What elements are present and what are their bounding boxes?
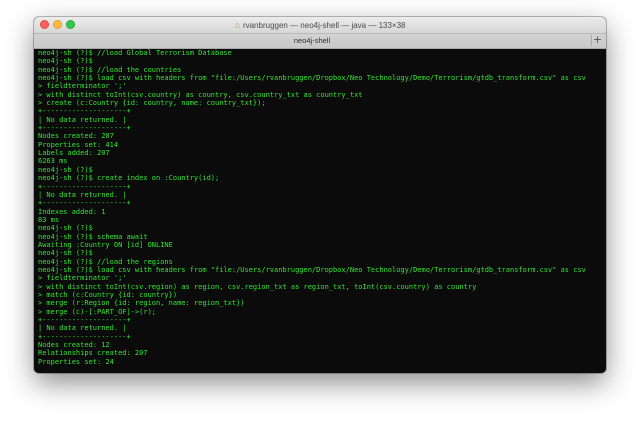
terminal-line: +--------------------+ <box>38 316 131 324</box>
terminal-line: neo4j-sh (?)$ create index on :Country(i… <box>38 174 220 183</box>
terminal-line: Properties set: 414 <box>38 140 119 149</box>
tab-neo4j-shell[interactable]: neo4j-shell <box>34 34 590 48</box>
terminal-line: | No data returned. | <box>38 115 127 124</box>
terminal-line: 6263 ms <box>38 157 68 166</box>
terminal-line: neo4j-sh (?)$ <box>38 224 93 233</box>
terminal-line: > with distinct toInt(csv.country) as co… <box>38 90 363 99</box>
terminal-window: ⌂ rvanbruggen — neo4j-shell — java — 133×… <box>34 17 606 373</box>
terminal-line: neo4j-sh (?)$ <box>38 57 93 66</box>
terminal-line: > create (c:Country {id: country, name: … <box>38 99 266 108</box>
terminal-line: > fieldterminator ';' <box>38 274 127 283</box>
terminal-line: neo4j-sh (?)$ //load the regions <box>38 257 173 266</box>
terminal-line: > merge (c)-[:PART_OF]->(r); <box>38 307 157 316</box>
terminal-line: neo4j-sh (?)$ //load Global Terrorism Da… <box>38 49 232 57</box>
terminal-line: neo4j-sh (?)$ load csv with headers from… <box>38 265 586 274</box>
terminal-line: Nodes created: 207 <box>38 132 114 141</box>
terminal-line: neo4j-sh (?)$ schema await <box>38 232 148 241</box>
terminal-line: +--------------------+ <box>38 124 131 133</box>
terminal-line: +--------------------+ <box>38 332 131 341</box>
terminal-output[interactable]: neo4j-sh (?)$ //load Global Terrorism Da… <box>34 49 606 373</box>
window-title: ⌂ rvanbruggen — neo4j-shell — java — 133×… <box>34 17 606 33</box>
terminal-line: Awaiting :Country ON [id] ONLINE <box>38 240 173 249</box>
terminal-line: neo4j-sh (?)$ <box>38 165 93 174</box>
terminal-line: Relationships created: 207 <box>38 349 148 358</box>
terminal-line: > match (c:Country {id: country}) <box>38 290 178 299</box>
terminal-line: > fieldterminator ';' <box>38 82 127 91</box>
terminal-line: | No data returned. | <box>38 324 127 333</box>
terminal-line: Indexes added: 1 <box>38 207 106 216</box>
terminal-line: Labels added: 207 <box>38 149 110 158</box>
terminal-line: neo4j-sh (?)$ load csv with headers from… <box>38 74 586 83</box>
terminal-line: neo4j-sh (?)$ //load the countries <box>38 65 182 74</box>
terminal-line: +--------------------+ <box>38 199 131 208</box>
terminal-line: +--------------------+ <box>38 182 131 191</box>
window-title-text: rvanbruggen — neo4j-shell — java — 133×3… <box>242 21 406 30</box>
terminal-line: > merge (r:Region {id: region, name: reg… <box>38 299 245 308</box>
new-tab-button[interactable]: + <box>591 34 603 46</box>
home-folder-icon: ⌂ <box>234 20 240 30</box>
terminal-line: Nodes created: 12 <box>38 341 110 350</box>
tab-bar: neo4j-shell + <box>34 34 606 49</box>
terminal-line: | No data returned. | <box>38 190 127 199</box>
terminal-line: +--------------------+ <box>38 107 131 116</box>
title-bar[interactable]: ⌂ rvanbruggen — neo4j-shell — java — 133×… <box>34 17 606 34</box>
terminal-line: neo4j-sh (?)$ <box>38 249 93 258</box>
terminal-line: > with distinct toInt(csv.region) as reg… <box>38 282 477 291</box>
terminal-line: Properties set: 24 <box>38 357 114 366</box>
terminal-line: 83 ms <box>38 215 60 224</box>
